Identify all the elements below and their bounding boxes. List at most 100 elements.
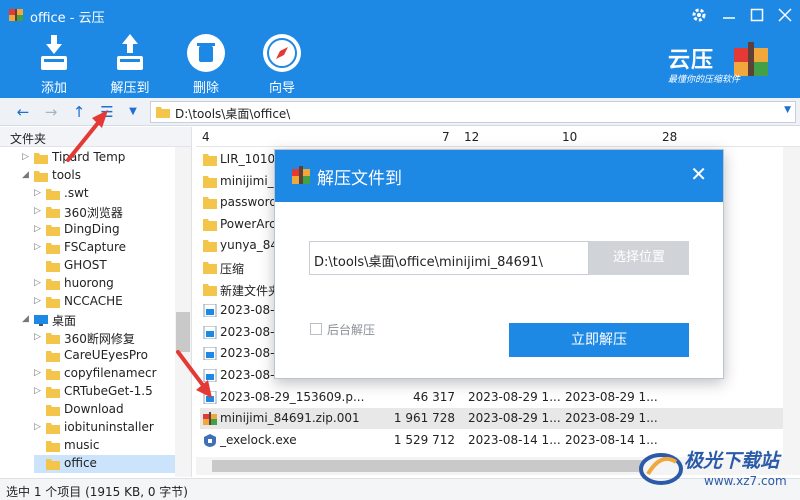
brand-slogan: 最懂你的压缩软件 <box>668 75 741 85</box>
tree-item[interactable]: ▷ iobituninstaller <box>34 419 175 437</box>
folder-icon <box>34 153 48 164</box>
tree-expander-icon[interactable]: ◢ <box>22 314 32 324</box>
brand-name: 云压 <box>668 48 715 73</box>
tree-item[interactable]: ▷ .swt <box>34 185 175 203</box>
tree-item-label: CareUEyesPro <box>64 348 148 362</box>
folder-icon <box>46 261 60 272</box>
folder-icon <box>46 369 60 380</box>
tree-expander-icon[interactable]: ▷ <box>34 224 44 234</box>
tree-item[interactable]: office <box>34 455 175 473</box>
watermark: 极光下载站 www.xz7.com <box>632 440 800 498</box>
extract-now-button[interactable]: 立即解压 <box>509 323 689 357</box>
list-vertical-scrollbar[interactable] <box>783 147 800 457</box>
wizard-button[interactable]: 向导 <box>252 32 312 96</box>
tree-item[interactable]: Download <box>34 401 175 419</box>
delete-button[interactable]: 删除 <box>176 32 236 96</box>
view-dropdown-icon[interactable]: ▼ <box>122 101 144 123</box>
tree-item[interactable]: ▷ 360断网修复 <box>34 329 175 347</box>
file-size: 1 961 728 <box>393 411 455 426</box>
watermark-url: www.xz7.com <box>704 474 787 488</box>
background-extract-checkbox[interactable] <box>310 323 322 335</box>
tree-item[interactable]: ◢ tools <box>22 167 175 185</box>
back-icon[interactable]: ← <box>12 101 34 123</box>
tree-item[interactable]: ◢ 桌面 <box>22 311 175 329</box>
folder-icon <box>203 283 217 296</box>
archive-file-icon <box>203 412 217 426</box>
column-size-header[interactable]: 7 <box>442 130 450 144</box>
tree-item[interactable]: ▷ 360浏览器 <box>34 203 175 221</box>
extract-to-button[interactable]: 解压到 <box>100 32 160 96</box>
tree-expander-icon[interactable]: ▷ <box>34 332 44 342</box>
file-name: minijimi_84691.zip.001 <box>220 411 360 426</box>
tree-expander-icon[interactable]: ▷ <box>34 278 44 288</box>
image-file-icon <box>203 390 217 404</box>
file-modified: 2023-08-29 1... <box>468 389 561 404</box>
tree-expander-icon[interactable]: ▷ <box>34 386 44 396</box>
tree-scroll-thumb[interactable] <box>176 312 190 352</box>
dialog-close-icon[interactable]: ✕ <box>690 162 707 186</box>
tree-expander-icon[interactable]: ▷ <box>34 206 44 216</box>
column-name-header[interactable]: 4 <box>202 130 210 144</box>
folder-icon <box>46 189 60 200</box>
tree-expander-icon[interactable]: ▷ <box>34 296 44 306</box>
extract-icon <box>117 34 143 70</box>
column-created-header[interactable]: 10 <box>562 130 577 144</box>
executable-file-icon <box>204 433 216 447</box>
tree-item[interactable]: CareUEyesPro <box>34 347 175 365</box>
folder-icon <box>46 387 60 398</box>
tree-expander-icon[interactable]: ◢ <box>22 170 32 180</box>
tree-item[interactable]: ▷ NCCACHE <box>34 293 175 311</box>
folder-icon <box>203 197 217 210</box>
tree-expander-icon[interactable]: ▷ <box>34 368 44 378</box>
address-dropdown-icon[interactable]: ▼ <box>784 105 791 115</box>
close-button[interactable] <box>774 4 796 26</box>
tree-expander-icon[interactable]: ▷ <box>34 422 44 432</box>
file-row[interactable]: 2023-08-29_153609.p... 46 317 2023-08-29 1… <box>200 387 790 408</box>
destination-path-value: D:\tools\桌面\office\minijimi_84691\ <box>314 255 543 270</box>
minimize-button[interactable] <box>718 4 740 26</box>
tree-item[interactable]: music <box>34 437 175 455</box>
tree-item[interactable]: ▷ Tipard Temp <box>22 149 175 167</box>
file-row[interactable]: minijimi_84691.zip.001 1 961 728 2023-08-2… <box>200 408 790 430</box>
tree-item-label: iobituninstaller <box>64 420 154 434</box>
address-field[interactable]: D:\tools\桌面\office\ ▼ <box>150 101 796 123</box>
choose-location-button[interactable]: 选择位置 <box>589 241 689 275</box>
compass-icon <box>263 34 301 72</box>
column-extra-header[interactable]: 28 <box>662 130 677 144</box>
folder-icon <box>46 279 60 290</box>
background-extract-label: 后台解压 <box>327 323 376 337</box>
brand-logo: 云压 最懂你的压缩软件 <box>668 40 792 90</box>
add-button[interactable]: 添加 <box>24 32 84 96</box>
file-modified: 2023-08-29 1... <box>468 411 561 426</box>
file-modified: 2023-08-14 1... <box>468 432 561 447</box>
tree-item-label: huorong <box>64 276 114 290</box>
tree-item[interactable]: ▷ DingDing <box>34 221 175 239</box>
tree-item[interactable]: ▷ huorong <box>34 275 175 293</box>
address-path: D:\tools\桌面\office\ <box>175 107 291 121</box>
address-bar: ← → ↑ ☰ ▼ D:\tools\桌面\office\ ▼ <box>0 98 800 126</box>
folder-tree: 文件夹 ▷ Tipard Temp ◢ tools ▷ .swt ▷ 360浏览器 ▷ DingD… <box>0 127 192 477</box>
column-modified-header[interactable]: 12 <box>464 130 479 144</box>
destination-path-input[interactable]: D:\tools\桌面\office\minijimi_84691\ <box>309 241 589 275</box>
tree-expander-icon[interactable]: ▷ <box>22 152 32 162</box>
settings-icon[interactable] <box>688 4 710 26</box>
tree-item[interactable]: GHOST <box>34 257 175 275</box>
folder-icon <box>156 107 170 118</box>
tree-item[interactable]: ▷ CRTubeGet-1.5 <box>34 383 175 401</box>
dialog-app-icon <box>292 166 310 184</box>
tree-expander-icon[interactable]: ▷ <box>34 242 44 252</box>
forward-icon[interactable]: → <box>40 101 62 123</box>
tree-expander-icon[interactable]: ▷ <box>34 188 44 198</box>
folder-icon <box>203 175 217 188</box>
tree-item[interactable]: ▷ copyfilenamecr <box>34 365 175 383</box>
tree-item[interactable]: ▷ FSCapture <box>34 239 175 257</box>
up-icon[interactable]: ↑ <box>68 101 90 123</box>
view-list-icon[interactable]: ☰ <box>96 101 118 123</box>
tree-item-label: DingDing <box>64 222 120 236</box>
maximize-button[interactable] <box>746 4 768 26</box>
tree-item-label: tools <box>52 168 81 182</box>
desktop-icon <box>34 315 48 326</box>
list-horizontal-thumb[interactable] <box>212 460 642 472</box>
tree-item-label: 桌面 <box>52 314 77 328</box>
folder-icon <box>46 225 60 236</box>
